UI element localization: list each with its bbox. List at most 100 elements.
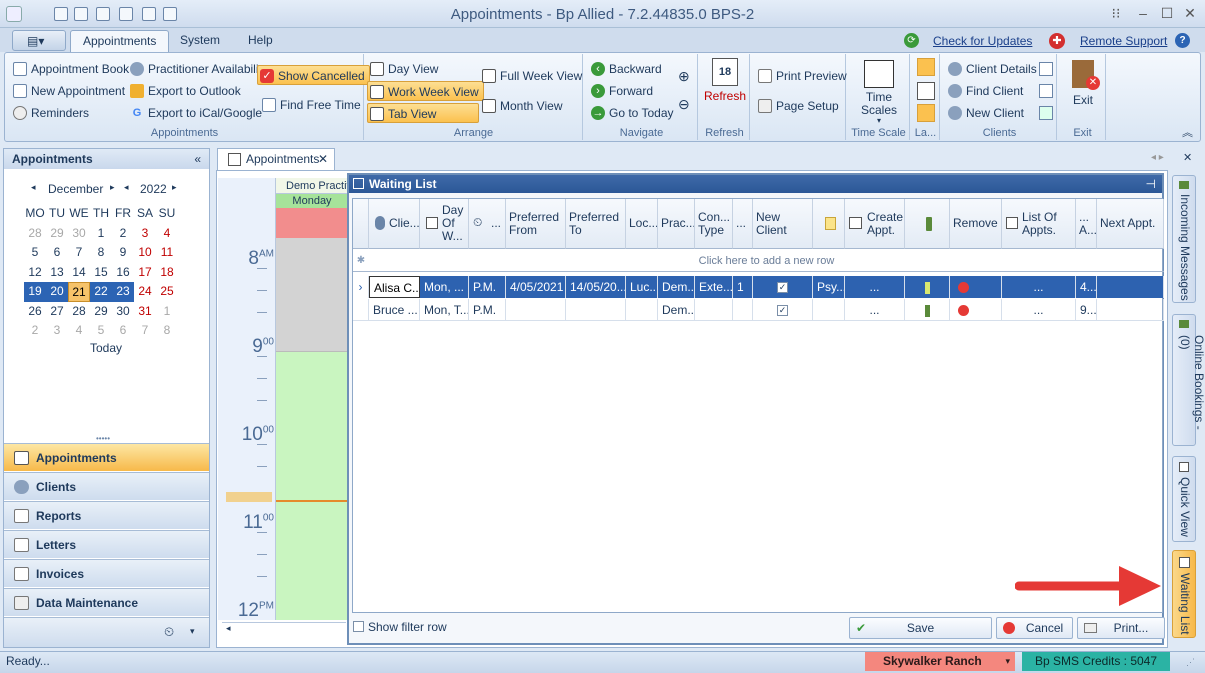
cell-location[interactable]: Luc...: [626, 276, 658, 298]
calendar-day[interactable]: 9: [112, 243, 134, 263]
nav-data-maintenance[interactable]: Data Maintenance: [4, 588, 209, 616]
table-row[interactable]: › Alisa C... Mon, ... P.M. 4/05/2021 14/…: [353, 276, 1164, 298]
side-tab-waiting-list[interactable]: Waiting List: [1172, 550, 1196, 638]
nav-clients[interactable]: Clients: [4, 472, 209, 500]
calendar-day[interactable]: 4: [68, 321, 90, 341]
cell-next-appt[interactable]: [1097, 299, 1164, 321]
calendar-day[interactable]: 11: [156, 243, 178, 263]
clients-icon[interactable]: [119, 7, 133, 21]
reminders-button[interactable]: Reminders: [11, 103, 89, 123]
calendar-day[interactable]: 23: [112, 282, 134, 302]
add-new-row[interactable]: Click here to add a new row: [369, 250, 1164, 272]
calendar-day[interactable]: 4: [156, 224, 178, 244]
remove-icon[interactable]: [958, 305, 969, 317]
calendar-add-icon[interactable]: [96, 7, 110, 21]
nav-invoices[interactable]: Invoices: [4, 559, 209, 587]
horizontal-scrollbar[interactable]: ◂: [222, 622, 346, 638]
doc-tab-appointments[interactable]: Appointments ✕: [217, 148, 335, 170]
calendar-day[interactable]: 18: [156, 263, 178, 283]
appointment-book-button[interactable]: Appointment Book: [11, 59, 129, 79]
show-filter-checkbox[interactable]: [353, 621, 364, 632]
day-column[interactable]: Demo Practiti Monday: [276, 178, 348, 620]
cell-remove[interactable]: [950, 276, 1002, 298]
client-details-button[interactable]: Client Details: [946, 59, 1037, 79]
calendar-day[interactable]: 29: [90, 302, 112, 322]
resize-grip-icon[interactable]: ⋰: [1186, 657, 1195, 668]
export-ical-button[interactable]: G Export to iCal/Google: [128, 103, 262, 123]
go-to-today-button[interactable]: → Go to Today: [589, 103, 674, 123]
column-header-phone[interactable]: [905, 199, 950, 249]
column-header-remove[interactable]: Remove: [950, 199, 1002, 249]
cell-preferred-from[interactable]: 4/05/2021: [506, 276, 566, 298]
cell-next-appt[interactable]: [1097, 276, 1164, 298]
calendar-day[interactable]: 22: [90, 282, 112, 302]
calendar-day[interactable]: 13: [46, 263, 68, 283]
column-header-preferred-from[interactable]: Preferred From: [506, 199, 566, 249]
print-preview-button[interactable]: Print Preview: [756, 66, 847, 86]
calendar-day[interactable]: 5: [90, 321, 112, 341]
collapse-ribbon-icon[interactable]: ︽: [1182, 124, 1193, 140]
work-week-view-button[interactable]: Work Week View: [367, 81, 484, 101]
pin-icon[interactable]: ⊣: [1146, 175, 1156, 193]
cell-location[interactable]: [626, 299, 658, 321]
column-header-location[interactable]: Loc...: [626, 199, 658, 249]
calendar-day[interactable]: 3: [46, 321, 68, 341]
calendar-day[interactable]: 12: [24, 263, 46, 283]
column-header-time[interactable]: ⏲...: [469, 199, 506, 249]
calendar-day[interactable]: 26: [24, 302, 46, 322]
backward-button[interactable]: ‹ Backward: [589, 59, 662, 79]
find-free-time-button[interactable]: Find Free Time: [260, 95, 361, 115]
calendar-day[interactable]: 2: [24, 321, 46, 341]
show-cancelled-button[interactable]: ✓ Show Cancelled: [257, 65, 370, 85]
close-button[interactable]: ✕: [1180, 5, 1200, 22]
create-appt-button[interactable]: ...: [845, 299, 905, 321]
collapse-pane-icon[interactable]: «: [194, 149, 201, 169]
nav-options-icon[interactable]: ▾: [190, 626, 195, 637]
tab-scroll-icon[interactable]: ◂ ▸: [1151, 152, 1164, 163]
nav-letters[interactable]: Letters: [4, 530, 209, 558]
today-button[interactable]: Today: [90, 341, 122, 355]
calendar-day[interactable]: 25: [156, 282, 178, 302]
cell-time[interactable]: P.M.: [469, 299, 506, 321]
create-appt-button[interactable]: ...: [845, 276, 905, 298]
cell-phone[interactable]: [905, 299, 950, 321]
client-card-icon[interactable]: [1039, 84, 1053, 98]
calendar-day[interactable]: 27: [46, 302, 68, 322]
practitioner-availability-button[interactable]: Practitioner Availability: [128, 59, 268, 79]
list-appts-button[interactable]: ...: [1002, 276, 1076, 298]
timer-nav-icon[interactable]: ⏲: [164, 624, 174, 640]
tab-system[interactable]: System: [168, 30, 232, 52]
layout-people-icon[interactable]: [917, 58, 935, 76]
list-appts-button[interactable]: ...: [1002, 299, 1076, 321]
calendar-day[interactable]: 6: [46, 243, 68, 263]
calendar-day[interactable]: 8: [156, 321, 178, 341]
zoom-in-icon[interactable]: ⊕: [678, 68, 690, 85]
cell-preferred-to[interactable]: [566, 299, 626, 321]
calendar-day-today[interactable]: 21: [68, 282, 90, 302]
next-month-icon[interactable]: ▸: [110, 182, 115, 193]
month-view-button[interactable]: Month View: [480, 96, 562, 116]
new-client-checkbox[interactable]: ✓: [777, 282, 788, 294]
tab-appointments[interactable]: Appointments: [70, 30, 170, 52]
calendar-day[interactable]: 8: [90, 243, 112, 263]
close-tab-icon[interactable]: ✕: [318, 149, 328, 169]
prev-year-icon[interactable]: ◂: [124, 182, 129, 193]
cell-new-client[interactable]: ✓: [753, 276, 813, 298]
cell-preferred-from[interactable]: [506, 299, 566, 321]
column-header-preferred-to[interactable]: Preferred To: [566, 199, 626, 249]
find-client-button[interactable]: Find Client: [946, 81, 1023, 101]
calendar-day[interactable]: 5: [24, 243, 46, 263]
calendar-day[interactable]: 29: [46, 224, 68, 244]
cell-time[interactable]: P.M.: [469, 276, 506, 298]
cell-practitioner[interactable]: Dem...: [658, 299, 695, 321]
calendar-day[interactable]: 28: [24, 224, 46, 244]
side-tab-quick-view[interactable]: Quick View: [1172, 456, 1196, 542]
calendar-day[interactable]: 7: [68, 243, 90, 263]
cell-extra[interactable]: 4...: [1076, 276, 1097, 298]
calendar-refresh-icon[interactable]: [74, 7, 88, 21]
next-year-icon[interactable]: ▸: [172, 182, 177, 193]
check-updates-link[interactable]: Check for Updates: [933, 34, 1032, 48]
nav-appointments[interactable]: Appointments: [4, 443, 209, 471]
splitter-grip[interactable]: •••••: [96, 434, 110, 443]
timer-icon[interactable]: [163, 7, 177, 21]
